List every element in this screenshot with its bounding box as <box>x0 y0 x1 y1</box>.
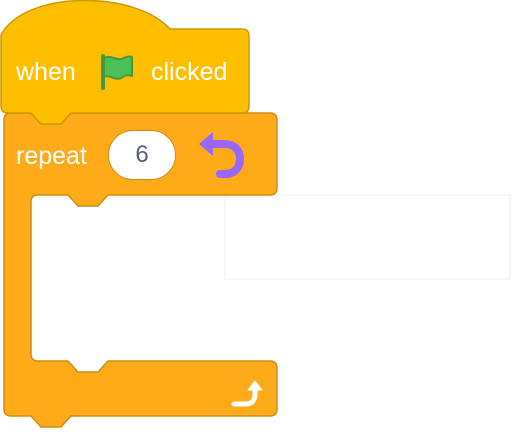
rotate-arrow-icon <box>199 132 245 178</box>
repeat-count-value: 6 <box>135 141 149 168</box>
loop-arrow-icon <box>231 380 263 407</box>
repeat-count-input[interactable]: 6 <box>108 130 176 180</box>
clicked-label: clicked <box>151 58 228 86</box>
block-shapes <box>0 0 511 428</box>
scripts-workspace: when clicked repeat 6 <box>0 0 514 432</box>
repeat-label: repeat <box>16 142 87 170</box>
when-label: when <box>16 58 76 86</box>
green-flag-icon[interactable] <box>97 52 137 92</box>
empty-drop-area <box>224 194 511 280</box>
